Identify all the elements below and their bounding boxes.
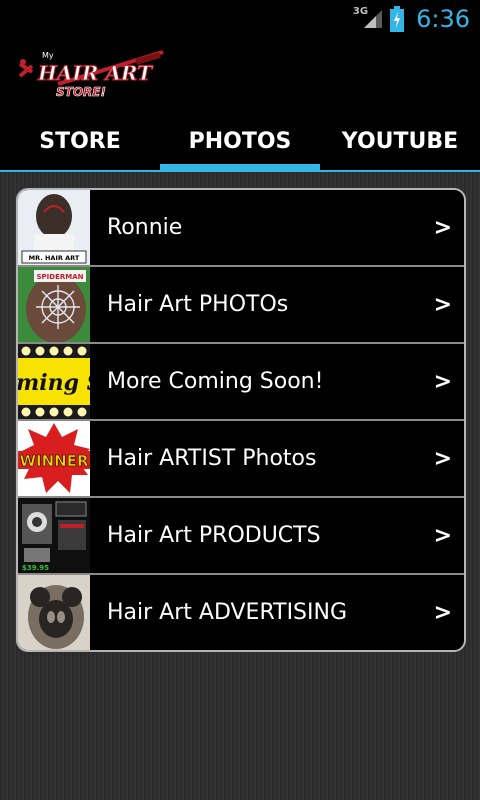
chevron-right-icon: > — [433, 600, 452, 625]
list-item-hair-artist-photos[interactable]: WINNER Hair ARTIST Photos > — [18, 421, 464, 498]
photo-category-list: MR. HAIR ART Ronnie > SPIDERMAN Hair Art… — [16, 188, 466, 652]
tab-photos[interactable]: PHOTOS — [160, 112, 320, 170]
winner-thumb-caption: WINNER — [19, 452, 88, 470]
status-bar: 3G 6:36 — [0, 0, 480, 38]
tab-store[interactable]: STORE — [0, 112, 160, 170]
app-bar: My HAIR ART STORE! — [0, 38, 480, 112]
list-item-label: Ronnie — [107, 215, 183, 240]
chevron-right-icon: > — [433, 369, 452, 394]
list-item-label: Hair Art PHOTOs — [107, 292, 289, 317]
ronnie-thumbnail: MR. HAIR ART — [18, 190, 90, 265]
products-thumb-caption: $39.95 — [22, 564, 49, 572]
tab-bar: STORE PHOTOS YOUTUBE — [0, 112, 480, 170]
chevron-right-icon: > — [433, 446, 452, 471]
battery-icon — [390, 6, 405, 32]
hair-art-photos-thumbnail: SPIDERMAN — [18, 267, 90, 342]
svg-text:HAIR ART: HAIR ART — [37, 61, 154, 85]
list-item-hair-art-photos[interactable]: SPIDERMAN Hair Art PHOTOs > — [18, 267, 464, 344]
coming-soon-thumbnail: ming Soo — [18, 344, 90, 419]
status-icons: 3G 6:36 — [341, 0, 470, 38]
app-logo: My HAIR ART STORE! — [18, 46, 168, 99]
svg-text:STORE!: STORE! — [56, 85, 106, 98]
spiderman-thumb-caption: SPIDERMAN — [36, 273, 83, 281]
clock: 6:36 — [416, 5, 470, 33]
ronnie-thumb-caption: MR. HAIR ART — [29, 254, 80, 262]
content-area: MR. HAIR ART Ronnie > SPIDERMAN Hair Art… — [0, 172, 480, 800]
list-item-label: Hair Art PRODUCTS — [107, 523, 321, 548]
list-item-more-coming-soon[interactable]: ming Soo More Coming Soon! > — [18, 344, 464, 421]
winner-thumbnail: WINNER — [18, 421, 90, 496]
tab-youtube[interactable]: YOUTUBE — [320, 112, 480, 170]
svg-text:My: My — [42, 51, 54, 60]
network-type-label: 3G — [352, 5, 369, 17]
chevron-right-icon: > — [433, 523, 452, 548]
list-item-label: More Coming Soon! — [107, 369, 324, 394]
products-thumbnail: $39.95 — [18, 498, 90, 573]
advertising-thumbnail — [18, 575, 90, 650]
list-item-label: Hair Art ADVERTISING — [107, 600, 348, 625]
list-item-hair-art-advertising[interactable]: Hair Art ADVERTISING > — [18, 575, 464, 650]
chevron-right-icon: > — [433, 215, 452, 240]
list-item-label: Hair ARTIST Photos — [107, 446, 317, 471]
list-item-hair-art-products[interactable]: $39.95 Hair Art PRODUCTS > — [18, 498, 464, 575]
list-item-ronnie[interactable]: MR. HAIR ART Ronnie > — [18, 190, 464, 267]
chevron-right-icon: > — [433, 292, 452, 317]
coming-soon-thumb-caption: ming Soo — [18, 370, 90, 396]
